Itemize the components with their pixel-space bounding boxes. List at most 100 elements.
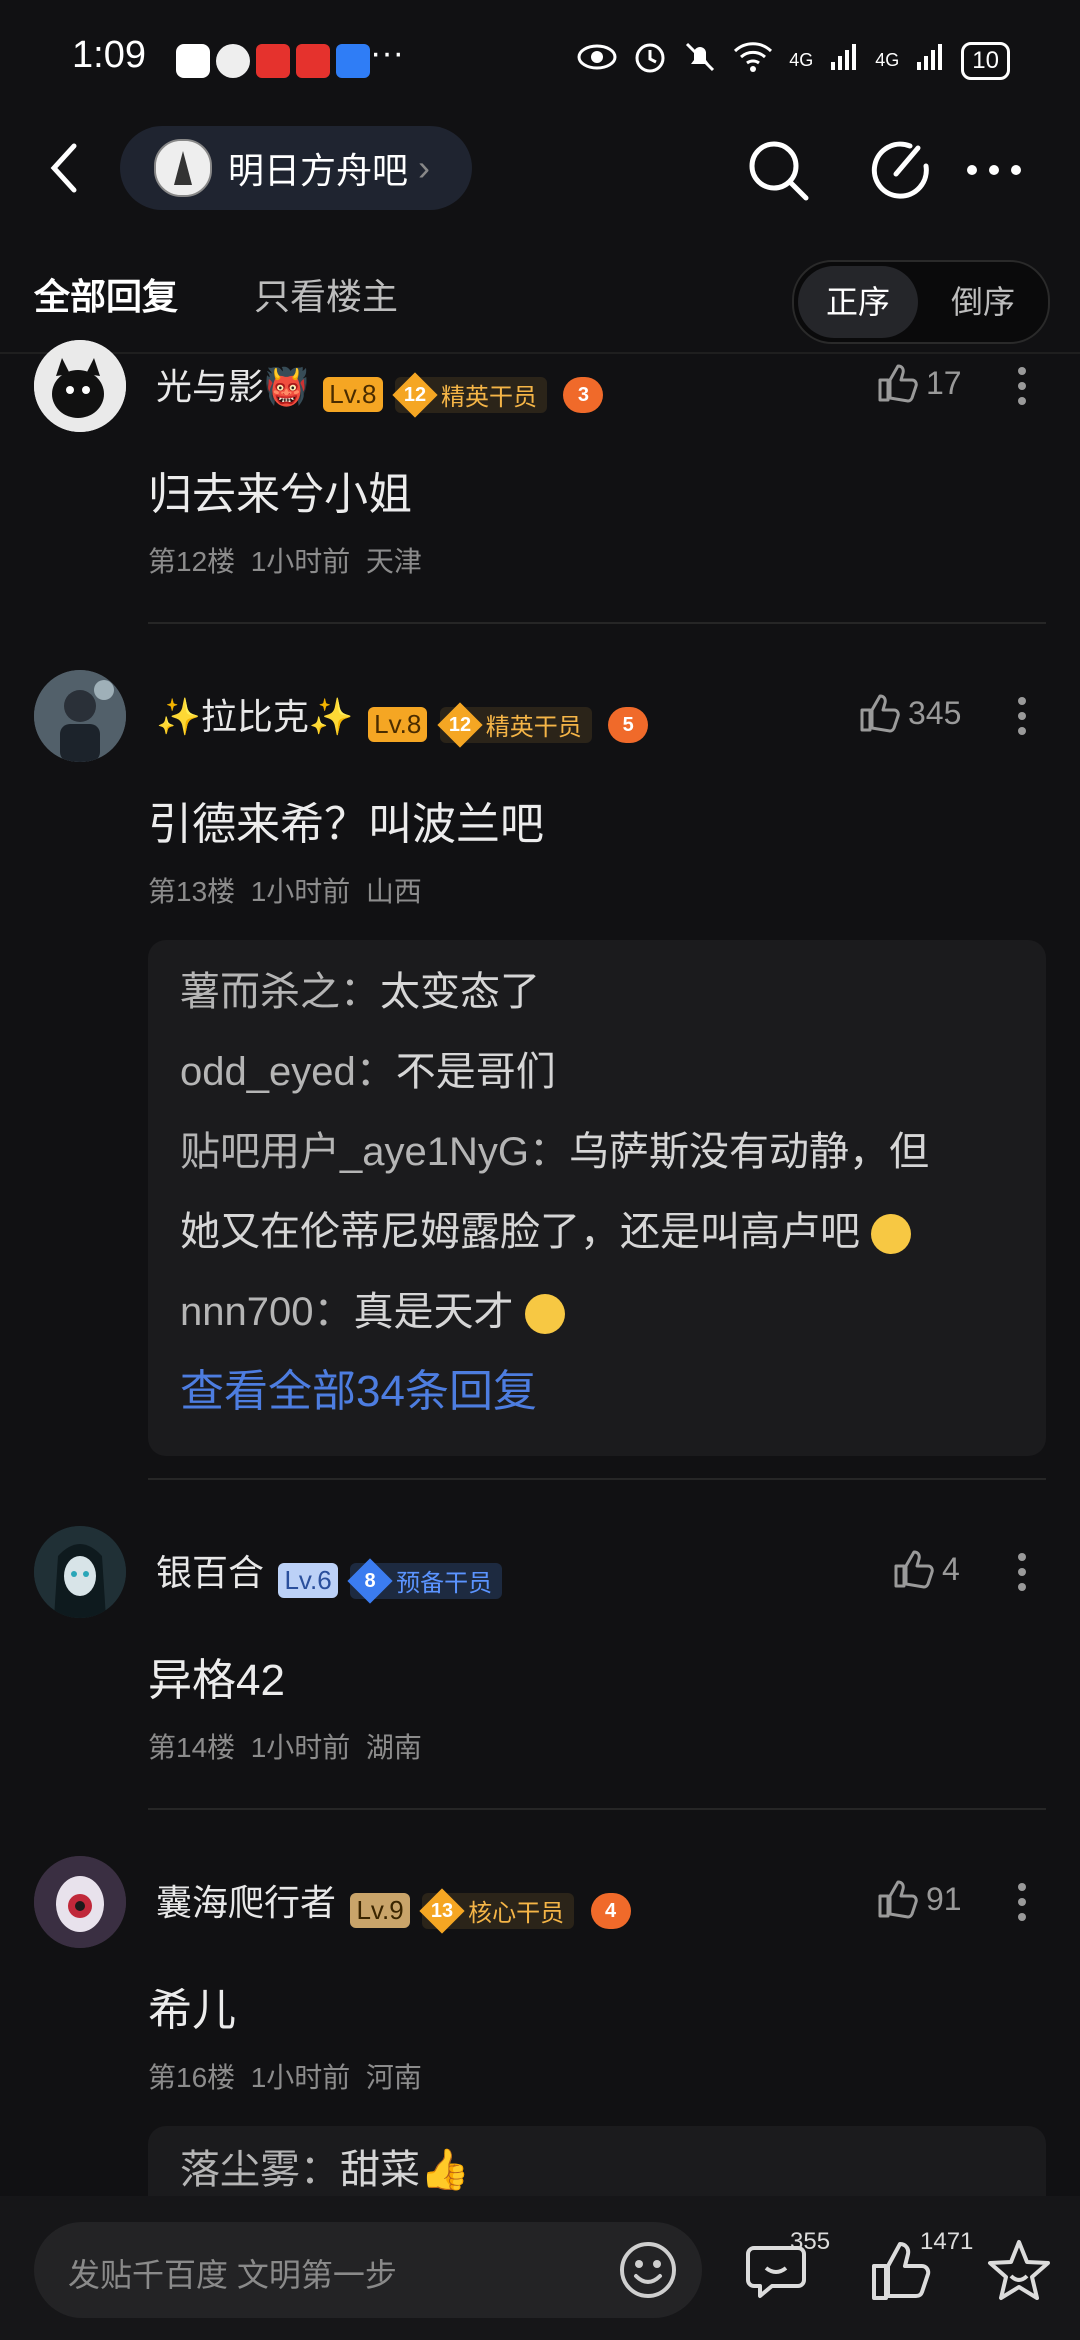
rank-badge: 12 精英干员 [437, 702, 592, 748]
wifi-icon [733, 41, 773, 80]
reply-item: nnn700：真是天才 [180, 1272, 1046, 1352]
search-icon [749, 141, 809, 201]
reply-item: 薯而杀之：太变态了 [180, 952, 1046, 1032]
tab-op-only[interactable]: 只看楼主 [254, 268, 398, 320]
signal-icon-2 [915, 42, 945, 79]
post-meta: 第14楼 1小时前 湖南 [148, 1726, 422, 1766]
floor-number: 第14楼 [148, 1732, 236, 1763]
smiley-icon [620, 2242, 676, 2298]
thumbs-up-icon [878, 364, 918, 403]
divider [148, 1478, 1046, 1480]
username[interactable]: 光与影👹 [156, 366, 309, 407]
like-count: 17 [926, 364, 962, 401]
post-content: 归去来兮小姐 [148, 470, 412, 519]
like-count: 4 [942, 1550, 960, 1587]
post-meta: 第12楼 1小时前 天津 [148, 540, 422, 580]
post-time: 1小时前 [250, 876, 351, 907]
tab-all-replies[interactable]: 全部回复 [34, 268, 178, 320]
rank-badge: 8 预备干员 [347, 1558, 503, 1604]
post-meta: 第13楼 1小时前 山西 [148, 870, 422, 910]
taobao-icon [256, 44, 290, 78]
username[interactable]: ✨拉比克✨ [156, 696, 354, 737]
reply-text: 不是哥们 [395, 1050, 556, 1094]
post-content: 希儿 [148, 1986, 236, 2035]
favorite-button[interactable] [984, 2236, 1054, 2306]
like-count: 345 [908, 694, 962, 731]
status-time: 1:09 [72, 34, 146, 76]
more-vertical-icon [1018, 697, 1026, 735]
reply-text: 甜菜👍 [340, 2148, 470, 2192]
view-all-replies-link[interactable]: 查看全部34条回复 [180, 1352, 1046, 1432]
reply-input[interactable]: 发贴千百度 文明第一步 [34, 2222, 702, 2318]
rank-number: 8 [364, 1569, 376, 1592]
status-right: 4G 4G 10 [577, 40, 1010, 81]
rank-badge: 12 精英干员 [392, 372, 547, 418]
post-location: 山西 [365, 876, 422, 907]
sort-asc-button[interactable]: 正序 [798, 266, 918, 338]
battery-icon: 10 [961, 41, 1010, 80]
post-more-button[interactable] [1016, 1552, 1028, 1592]
rank-label: 精英干员 [485, 714, 582, 742]
avatar[interactable] [34, 1856, 126, 1948]
floor-number: 第13楼 [148, 876, 236, 907]
reply-author[interactable]: 贴吧用户_aye1NyG： [180, 1130, 569, 1174]
divider [148, 1808, 1046, 1810]
reply-author[interactable]: nnn700： [180, 1290, 353, 1334]
laugh-emoji-icon [524, 1294, 565, 1335]
rank-label: 核心干员 [468, 1900, 565, 1928]
reply-preview-box[interactable]: 薯而杀之：太变态了 odd_eyed：不是哥们 贴吧用户_aye1NyG：乌萨斯… [148, 940, 1046, 1456]
search-button[interactable] [744, 136, 814, 206]
like-button[interactable]: 91 [876, 1878, 962, 1920]
thread-like-count: 1471 [920, 2228, 974, 2255]
thumbs-up-icon [894, 1550, 934, 1589]
post-header: 囊海爬行者 Lv.9 13 核心干员 4 [156, 1874, 631, 1934]
post-more-button[interactable] [1016, 696, 1028, 736]
net-label-2: 4G [875, 50, 900, 70]
emoji-button[interactable] [616, 2238, 680, 2302]
like-button[interactable]: 4 [892, 1548, 960, 1590]
level-badge: Lv.9 [350, 1893, 410, 1929]
back-button[interactable] [40, 138, 90, 198]
reply-author[interactable]: 薯而杀之： [180, 970, 380, 1014]
rank-number: 12 [448, 713, 471, 736]
post-header: ✨拉比克✨ Lv.8 12 精英干员 5 [156, 688, 649, 748]
reply-item-continued: 她又在伦蒂尼姆露脸了，还是叫高卢吧 [180, 1192, 1046, 1272]
huawei-icon [296, 44, 330, 78]
username[interactable]: 囊海爬行者 [156, 1882, 336, 1923]
mute-icon [683, 40, 717, 81]
floor-number: 第16楼 [148, 2062, 236, 2093]
like-button[interactable]: 17 [876, 362, 962, 404]
rank-label: 预备干员 [396, 1570, 493, 1598]
post-more-button[interactable] [1016, 366, 1028, 406]
post-location: 天津 [365, 546, 422, 577]
post-time: 1小时前 [250, 2062, 351, 2093]
reply-author[interactable]: odd_eyed： [180, 1050, 396, 1094]
like-button[interactable]: 345 [858, 692, 961, 734]
more-vertical-icon [1018, 1883, 1026, 1921]
post-header: 银百合 Lv.6 8 预备干员 [156, 1544, 503, 1604]
level-badge: Lv.8 [323, 377, 383, 413]
avatar[interactable] [34, 340, 126, 432]
post-meta: 第16楼 1小时前 河南 [148, 2056, 422, 2096]
avatar[interactable] [34, 1526, 126, 1618]
smile-emoji-icon [871, 1214, 912, 1255]
forum-pill[interactable]: 明日方舟吧 › [120, 126, 472, 210]
forum-name: 明日方舟吧 [228, 150, 409, 191]
post-header: 光与影👹 Lv.8 12 精英干员 3 [156, 358, 604, 418]
floor-number: 第12楼 [148, 546, 236, 577]
level-badge: Lv.6 [278, 1563, 338, 1599]
write-post-button[interactable] [866, 136, 934, 204]
reply-item: odd_eyed：不是哥们 [180, 1032, 1046, 1112]
reply-author[interactable]: 落尘雾： [180, 2148, 340, 2192]
more-vertical-icon [1018, 1553, 1026, 1591]
star-icon [988, 2240, 1050, 2300]
more-options-button[interactable] [964, 160, 1024, 180]
sort-desc-button[interactable]: 倒序 [928, 266, 1038, 338]
post-time: 1小时前 [250, 1732, 351, 1763]
level-badge: Lv.8 [368, 707, 428, 743]
avatar[interactable] [34, 670, 126, 762]
rank-number: 12 [403, 383, 427, 406]
post-more-button[interactable] [1016, 1882, 1028, 1922]
rank-badge: 13 核心干员 [419, 1888, 575, 1934]
username[interactable]: 银百合 [156, 1552, 264, 1593]
